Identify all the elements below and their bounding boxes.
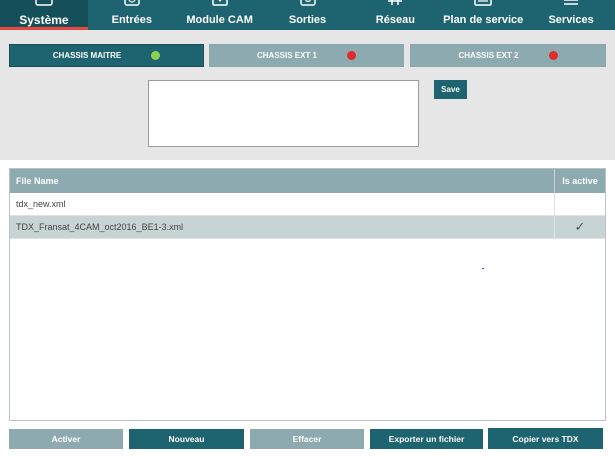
- nav-label: Réseau: [375, 14, 415, 26]
- column-header-file-name[interactable]: File Name: [10, 169, 555, 193]
- chassis-tab-label: CHASSIS MAITRE: [52, 51, 122, 60]
- table-row[interactable]: TDX_Fransat_4CAM_oct2016_BE1-3.xml ✓: [10, 216, 605, 239]
- save-button[interactable]: Save: [434, 80, 467, 99]
- file-name-cell: TDX_Fransat_4CAM_oct2016_BE1-3.xml: [10, 216, 555, 238]
- cam-module-icon: [211, 0, 228, 6]
- nav-item-module-cam[interactable]: Module CAM: [176, 0, 264, 30]
- system-icon: [35, 0, 53, 6]
- status-dot: [151, 51, 161, 60]
- network-icon: [388, 0, 403, 5]
- nav-item-systeme[interactable]: Système: [0, 0, 88, 30]
- config-editor[interactable]: [148, 80, 419, 147]
- nouveau-button[interactable]: Nouveau: [129, 429, 244, 449]
- chassis-tab-ext-1[interactable]: CHASSIS EXT 1: [209, 44, 404, 67]
- file-table: File Name Is active tdx_new.xml TDX_Fran…: [9, 168, 606, 421]
- status-dot: [347, 51, 356, 60]
- service-plan-icon: [474, 0, 492, 6]
- nav-item-plan-de-service[interactable]: Plan de service: [439, 0, 527, 30]
- file-name-cell: tdx_new.xml: [10, 193, 555, 215]
- outputs-icon: [299, 0, 316, 6]
- nav-item-sorties[interactable]: Sorties: [264, 0, 352, 30]
- chassis-tab-label: CHASSIS EXT 2: [458, 51, 519, 60]
- effacer-button[interactable]: Effacer: [250, 429, 364, 449]
- services-icon: [564, 0, 579, 5]
- top-navigation: Système Entrées Module CAM Sorties Résea…: [0, 0, 615, 30]
- chassis-tab-maitre[interactable]: CHASSIS MAITRE: [9, 44, 204, 67]
- chassis-tab-ext-2[interactable]: CHASSIS EXT 2: [410, 44, 606, 67]
- nav-label: Services: [548, 14, 594, 26]
- copier-vers-tdx-button[interactable]: Copier vers TDX: [488, 428, 603, 449]
- nav-label: Entrées: [111, 14, 152, 26]
- nav-item-entrees[interactable]: Entrées: [88, 0, 176, 30]
- nav-label: Plan de service: [443, 14, 524, 26]
- status-dot: [548, 51, 558, 60]
- inputs-icon: [124, 0, 140, 6]
- nav-label: Système: [19, 13, 69, 27]
- nav-label: Module CAM: [186, 14, 253, 26]
- nav-item-reseau[interactable]: Réseau: [351, 0, 439, 30]
- checkmark-icon: ✓: [574, 219, 586, 234]
- is-active-cell: [555, 193, 605, 215]
- activer-button[interactable]: Activer: [9, 429, 123, 449]
- exporter-button[interactable]: Exporter un fichier: [370, 429, 483, 449]
- nav-label: Sorties: [288, 14, 327, 26]
- column-header-is-active[interactable]: Is active: [555, 169, 605, 193]
- stray-pixel: [482, 268, 484, 269]
- nav-item-services[interactable]: Services: [527, 0, 615, 30]
- table-header: File Name Is active: [10, 169, 605, 193]
- chassis-tab-label: CHASSIS EXT 1: [256, 51, 317, 60]
- table-row[interactable]: tdx_new.xml: [10, 193, 605, 216]
